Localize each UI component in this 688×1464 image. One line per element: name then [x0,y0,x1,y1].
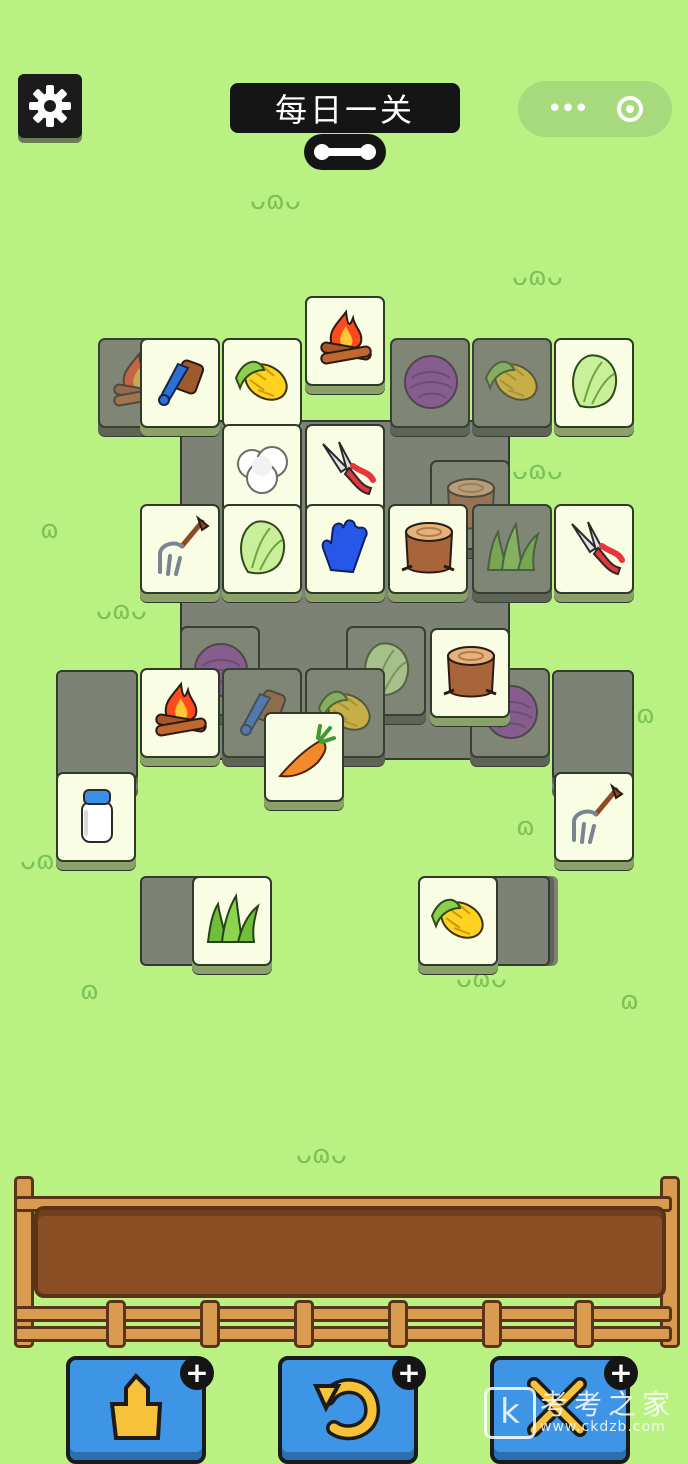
tile-stump[interactable] [430,628,510,718]
tile-corn [472,338,552,428]
tile-fork[interactable] [140,504,220,594]
tile-napa-cabbage[interactable] [554,338,634,428]
tile-glove[interactable] [305,504,385,594]
grass-decor: ᴗɷᴗ [296,1140,347,1170]
grass-decor: ɷ [40,515,59,545]
tile-fork[interactable] [554,772,634,862]
glove-icon [313,514,379,580]
tile-napa-cabbage[interactable] [222,504,302,594]
shift-out-button[interactable]: + [66,1356,214,1464]
tile-corn[interactable] [418,876,498,966]
tile-grass[interactable] [192,876,272,966]
grass-decor: ᴗɷᴗ [250,186,301,216]
corn-icon [480,348,546,414]
grass-decor: ɷ [620,986,639,1016]
tile-cotton[interactable] [222,424,302,514]
grass-decor: ᴗɷᴗ [512,456,563,486]
grass-icon [480,514,546,580]
corn-icon [426,886,492,952]
shift-out-plus-badge: + [180,1356,214,1390]
undo-icon [312,1378,380,1441]
grass-decor: ɷ [80,976,99,1006]
fork-icon [562,782,628,848]
cabbage-icon [398,348,464,414]
tile-stack-left [56,670,138,780]
stump-icon [438,638,504,704]
shears-icon [313,434,379,500]
tile-shears[interactable] [554,504,634,594]
tile-brush[interactable] [140,338,220,428]
stump-icon [396,514,462,580]
campfire-icon [313,306,379,372]
grass-icon [200,886,266,952]
settings-button[interactable] [18,74,82,138]
tile-tray [34,1206,666,1298]
grass-decor: ᴗɷᴗ [456,964,507,994]
milk-icon [64,782,130,848]
cotton-icon [230,434,296,500]
campfire-icon [148,678,214,744]
corn-icon [230,348,296,414]
tile-milk[interactable] [56,772,136,862]
brush-icon [148,348,214,414]
grass-decor: ᴗɷᴗ [96,596,147,626]
level-title: 每日一关 [230,83,460,133]
watermark-url: www.ckdzb.com [540,1419,666,1435]
shears-icon [562,514,628,580]
undo-button[interactable]: + [278,1356,426,1464]
carrot-icon [272,722,338,788]
undo-plus-badge: + [392,1356,426,1390]
gear-icon [29,85,71,127]
tile-campfire[interactable] [140,668,220,758]
tile-shears[interactable] [305,424,385,514]
tile-carrot[interactable] [264,712,344,802]
napa-cabbage-icon [562,348,628,414]
progress-bar-icon [314,144,376,160]
grass-decor: ɷ [516,812,535,842]
miniprogram-capsule: ••• [518,81,672,137]
tile-campfire[interactable] [305,296,385,386]
tile-cabbage [390,338,470,428]
fork-icon [148,514,214,580]
more-dots-icon[interactable]: ••• [547,96,589,122]
grass-decor: ᴗɷᴗ [512,262,563,292]
tile-corn[interactable] [222,338,302,428]
tile-stack-right [552,670,634,780]
watermark: k 考考之家 www.ckdzb.com [484,1383,684,1443]
shift-out-icon [109,1373,163,1440]
tile-stump[interactable] [388,504,468,594]
grass-decor: ɷ [636,700,655,730]
close-target-icon[interactable] [616,96,643,122]
progress-indicator [304,134,386,170]
tile-grass [472,504,552,594]
watermark-text: 考考之家 [540,1388,677,1421]
napa-cabbage-icon [230,514,296,580]
watermark-logo: k [484,1387,536,1439]
